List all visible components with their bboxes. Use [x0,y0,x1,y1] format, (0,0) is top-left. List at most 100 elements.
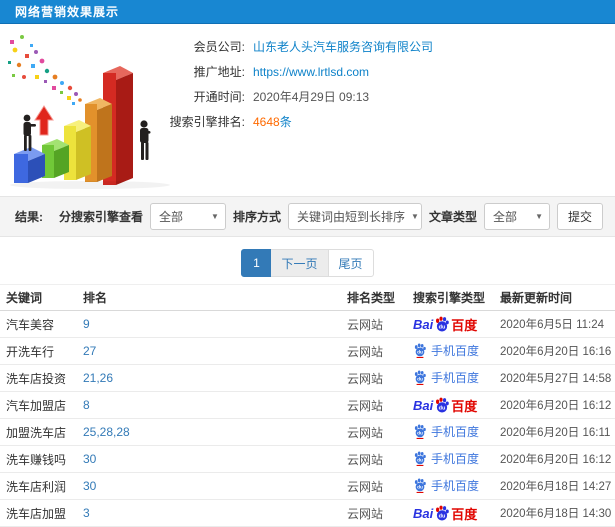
businessman-left [23,114,36,151]
submit-button[interactable]: 提交 [557,203,603,230]
rank-cell[interactable]: 30 [83,445,347,473]
svg-text:du: du [439,324,446,330]
keyword-cell: 洗车店利润 [0,472,83,500]
table-row: 加盟洗车店 25,28,28 云网站 Bai du 百度 [0,418,615,446]
company-label: 会员公司: [193,40,245,54]
chevron-down-icon: ▼ [211,212,219,221]
results-label: 结果: [15,210,43,224]
engine-select-value: 全部 [158,210,183,224]
filter-controls: 分搜索引擎查看 全部 ▼ 排序方式 关键词由短到长排序 ▼ 文章类型 全部 ▼ … [59,203,603,230]
mobile-baidu-logo: du 手机百度 [413,450,479,467]
table-row: 汽车美容 9 云网站 Bai du 百度 2020年6月5日 11:24 [0,310,615,338]
keyword-cell: 汽车加盟店 [0,391,83,419]
rank-cell[interactable]: 30 [83,472,347,500]
updated-cell: 2020年6月20日 16:11 [500,418,615,446]
engine-cell: Bai du 百度 [407,364,500,392]
company-link[interactable]: 山东老人头汽车服务咨询有限公司 [253,38,433,55]
info-section: 会员公司: 山东老人头汽车服务咨询有限公司 推广地址: https://www.… [0,24,615,196]
engine-select[interactable]: 全部 ▼ [149,203,226,230]
engine-rank-label: 搜索引擎排名: [169,115,245,129]
rank-cell[interactable]: 27 [83,337,347,365]
mobile-baidu-paw-icon: du [414,478,426,493]
rank-type-cell: 云网站 [347,445,407,473]
rank-type-cell: 云网站 [347,499,407,527]
table-row: 洗车赚钱吗 30 云网站 Bai du 百度 [0,445,615,473]
baidu-logo: Bai du 百度 [413,397,478,414]
svg-text:du: du [417,430,423,436]
table-row: 洗车店投资 21,26 云网站 Bai du 百度 [0,364,615,392]
mobile-baidu-paw-icon: du [414,370,426,385]
open-time-label: 开通时间: [193,90,245,104]
page: 网络营销效果展示 会员公司: 山东老人头汽车服务咨询有限公司 推广地址: htt… [0,0,615,527]
table-row: 开洗车行 27 云网站 Bai du 百度 [0,337,615,365]
header-updated: 最新更新时间 [500,284,615,311]
baidu-paw-icon: du [436,316,450,332]
table-body: 汽车美容 9 云网站 Bai du 百度 2020年6月5日 11:24 开洗车… [0,310,615,527]
chevron-down-icon: ▼ [411,212,419,221]
rank-cell[interactable]: 21,26 [83,364,347,392]
engine-rank-value: 4648条 [253,113,292,130]
rank-type-cell: 云网站 [347,310,407,338]
company-row: 会员公司: 山东老人头汽车服务咨询有限公司 [160,34,600,59]
member-info: 会员公司: 山东老人头汽车服务咨询有限公司 推广地址: https://www.… [160,34,600,134]
page-title: 网络营销效果展示 [15,5,120,19]
engine-cell: Bai du 百度 [407,472,500,500]
app-header: 网络营销效果展示 [0,0,615,24]
up-arrow-icon [34,105,54,136]
updated-cell: 2020年6月20日 16:12 [500,445,615,473]
keyword-cell: 汽车美容 [0,310,83,338]
engine-cell: Bai du 百度 [407,337,500,365]
svg-text:du: du [439,405,446,411]
header-rank: 排名 [83,284,347,311]
confetti-dots [8,35,82,105]
rank-cell[interactable]: 3 [83,499,347,527]
mobile-baidu-paw-icon: du [414,343,426,358]
header-keyword: 关键词 [0,284,83,311]
baidu-logo: Bai du 百度 [413,316,478,333]
rank-type-cell: 云网站 [347,391,407,419]
pagination: 1 下一页 尾页 [0,249,615,277]
engine-cell: Bai du 百度 [407,445,500,473]
page-1-button[interactable]: 1 [241,249,272,277]
sort-select-value: 关键词由短到长排序 [296,210,405,224]
svg-text:du: du [439,513,446,519]
article-type-select[interactable]: 全部 ▼ [484,203,550,230]
svg-text:du: du [417,349,423,355]
svg-text:du: du [417,457,423,463]
engine-cell: Bai du 百度 [407,391,500,419]
filter-bar: 结果: 分搜索引擎查看 全部 ▼ 排序方式 关键词由短到长排序 ▼ 文章类型 全… [0,196,615,237]
table-row: 洗车店加盟 3 云网站 Bai du 百度 2020年6月18日 14:30 [0,499,615,527]
mobile-baidu-logo: du 手机百度 [413,477,479,494]
rank-type-cell: 云网站 [347,472,407,500]
updated-cell: 2020年6月5日 11:24 [500,310,615,338]
header-engine-type: 搜索引擎类型 [407,284,500,311]
promo-url-link[interactable]: https://www.lrtlsd.com [253,65,369,79]
table-row: 洗车店利润 30 云网站 Bai du 百度 [0,472,615,500]
keyword-cell: 开洗车行 [0,337,83,365]
table-header-row: 关键词 排名 排名类型 搜索引擎类型 最新更新时间 [0,284,615,311]
engine-filter-label: 分搜索引擎查看 [58,210,143,224]
mobile-baidu-paw-icon: du [414,424,426,439]
rank-cell[interactable]: 25,28,28 [83,418,347,446]
mobile-baidu-logo: du 手机百度 [413,369,479,386]
updated-cell: 2020年5月27日 14:58 [500,364,615,392]
header-rank-type: 排名类型 [347,284,407,311]
engine-rank-row: 搜索引擎排名: 4648条 [160,109,600,134]
next-page-button[interactable]: 下一页 [270,249,329,277]
rank-type-cell: 云网站 [347,418,407,446]
rank-cell[interactable]: 9 [83,310,347,338]
svg-text:du: du [417,484,423,490]
keyword-cell: 洗车赚钱吗 [0,445,83,473]
svg-text:du: du [417,376,423,382]
promo-url-row: 推广地址: https://www.lrtlsd.com [160,59,600,84]
baidu-paw-icon: du [436,397,450,413]
keyword-cell: 洗车店加盟 [0,499,83,527]
mobile-baidu-paw-icon: du [414,451,426,466]
rank-cell[interactable]: 8 [83,391,347,419]
bar-green [42,139,69,178]
last-page-button[interactable]: 尾页 [327,249,374,277]
sort-select[interactable]: 关键词由短到长排序 ▼ [287,203,422,230]
mobile-baidu-logo: du 手机百度 [413,423,479,440]
engine-cell: Bai du 百度 [407,310,500,338]
open-time-value: 2020年4月29日 09:13 [253,90,370,104]
